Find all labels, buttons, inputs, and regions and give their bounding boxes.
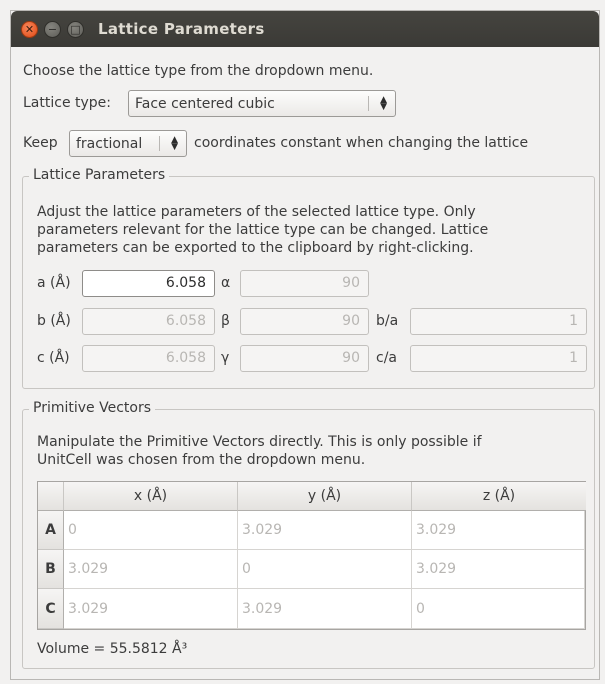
lattice-type-dropdown[interactable]: Face centered cubic ▲ ▼: [128, 90, 396, 117]
table-cell[interactable]: 3.029: [412, 550, 585, 589]
maximize-window-button[interactable]: □: [67, 20, 84, 38]
lattice-type-value: Face centered cubic: [135, 95, 275, 112]
b-label: b (Å): [37, 313, 71, 329]
a-label: a (Å): [37, 275, 71, 291]
column-header-z[interactable]: z (Å): [412, 482, 586, 511]
keep-mode-dropdown[interactable]: fractional ▲ ▼: [69, 130, 187, 157]
description-line: Manipulate the Primitive Vectors directl…: [37, 434, 482, 450]
minimize-window-button[interactable]: −: [44, 20, 61, 38]
row-header-b[interactable]: B: [38, 550, 64, 589]
close-icon: ✕: [24, 22, 35, 36]
b-input[interactable]: 6.058: [82, 308, 215, 335]
maximize-icon: □: [70, 22, 81, 36]
c-over-a-label: c/a: [376, 350, 397, 366]
dropdown-separator: [368, 96, 369, 111]
description-line: Adjust the lattice parameters of the sel…: [37, 204, 476, 220]
column-header-x[interactable]: x (Å): [64, 482, 238, 511]
keep-label: Keep: [23, 135, 58, 151]
table-cell[interactable]: 3.029: [64, 550, 238, 589]
table-cell[interactable]: 3.029: [238, 511, 412, 550]
table-cell[interactable]: 0: [64, 511, 238, 550]
lattice-parameters-legend: Lattice Parameters: [29, 167, 170, 183]
lattice-type-label: Lattice type:: [23, 95, 111, 111]
row-header-a[interactable]: A: [38, 511, 64, 550]
table-cell[interactable]: 0: [238, 550, 412, 589]
primitive-vectors-table: x (Å) y (Å) z (Å) A 0 3.029 3.029 B 3.02…: [37, 481, 586, 630]
description-line: parameters relevant for the lattice type…: [37, 222, 489, 238]
table-cell[interactable]: 3.029: [64, 589, 238, 629]
lattice-parameters-window: ✕ − □ Lattice Parameters Choose the latt…: [10, 10, 600, 680]
alpha-input[interactable]: 90: [240, 270, 369, 297]
volume-readout: Volume = 55.5812 Å³: [37, 641, 188, 657]
table-cell[interactable]: 3.029: [412, 511, 585, 550]
b-over-a-label: b/a: [376, 313, 399, 329]
corner-header: [38, 482, 64, 511]
window-title: Lattice Parameters: [98, 20, 265, 38]
column-header-y[interactable]: y (Å): [238, 482, 412, 511]
b-over-a-input[interactable]: 1: [410, 308, 587, 335]
title-bar: ✕ − □ Lattice Parameters: [11, 11, 599, 47]
primitive-vectors-legend: Primitive Vectors: [29, 400, 156, 416]
c-input[interactable]: 6.058: [82, 345, 215, 372]
beta-label: β: [221, 313, 230, 329]
gamma-label: γ: [221, 350, 230, 366]
primitive-vectors-description: Manipulate the Primitive Vectors directl…: [37, 433, 482, 469]
alpha-label: α: [221, 275, 231, 291]
table-cell[interactable]: 3.029: [238, 589, 412, 629]
c-label: c (Å): [37, 350, 70, 366]
a-input[interactable]: 6.058: [82, 270, 215, 297]
description-line: UnitCell was chosen from the dropdown me…: [37, 452, 366, 468]
beta-input[interactable]: 90: [240, 308, 369, 335]
updown-arrows-icon: ▲ ▼: [171, 134, 178, 152]
gamma-input[interactable]: 90: [240, 345, 369, 372]
lattice-parameters-description: Adjust the lattice parameters of the sel…: [37, 203, 488, 257]
row-header-c[interactable]: C: [38, 589, 64, 629]
updown-arrows-icon: ▲ ▼: [380, 94, 387, 112]
intro-text: Choose the lattice type from the dropdow…: [23, 63, 374, 79]
minimize-icon: −: [47, 22, 58, 36]
table-cell[interactable]: 0: [412, 589, 585, 629]
close-window-button[interactable]: ✕: [21, 20, 38, 38]
description-line: parameters can be exported to the clipbo…: [37, 240, 474, 256]
c-over-a-input[interactable]: 1: [410, 345, 587, 372]
dropdown-separator: [159, 136, 160, 151]
keep-mode-value: fractional: [76, 135, 143, 152]
keep-suffix-text: coordinates constant when changing the l…: [194, 135, 529, 151]
